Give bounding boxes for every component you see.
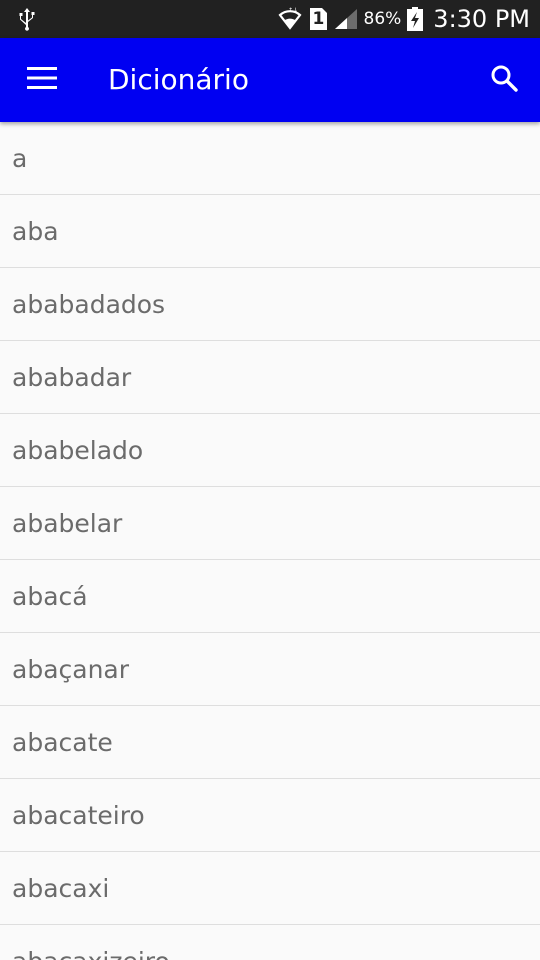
word-item[interactable]: aba [0, 195, 540, 268]
battery-percent: 86% [363, 9, 402, 29]
search-icon [490, 64, 518, 96]
status-bar: ↑↓ 1 86% 3:30 PM [0, 0, 540, 38]
hamburger-menu-icon [27, 67, 57, 93]
signal-icon [333, 7, 359, 31]
app-title: Dicionário [108, 63, 249, 96]
menu-button[interactable] [20, 60, 64, 100]
word-item[interactable]: abaçanar [0, 633, 540, 706]
app-bar: Dicionário [0, 38, 540, 122]
sim-icon: 1 [308, 7, 328, 31]
word-list[interactable]: a aba ababadados ababadar ababelado abab… [0, 122, 540, 960]
word-item[interactable]: abacaxi [0, 852, 540, 925]
word-item[interactable]: ababelar [0, 487, 540, 560]
word-item[interactable]: abacá [0, 560, 540, 633]
status-time: 3:30 PM [433, 5, 530, 33]
search-button[interactable] [482, 58, 526, 102]
usb-icon [14, 6, 40, 32]
svg-text:↑↓: ↑↓ [288, 7, 298, 14]
sim-slot-number: 1 [312, 9, 325, 29]
wifi-icon: ↑↓ [277, 6, 303, 32]
word-item[interactable]: abacaxizeiro [0, 925, 540, 960]
word-item[interactable]: abacateiro [0, 779, 540, 852]
word-item[interactable]: ababadados [0, 268, 540, 341]
word-item[interactable]: a [0, 122, 540, 195]
status-icons: ↑↓ 1 86% 3:30 PM [277, 0, 530, 38]
word-item[interactable]: ababelado [0, 414, 540, 487]
battery-charging-icon [406, 6, 424, 32]
word-item[interactable]: ababadar [0, 341, 540, 414]
word-item[interactable]: abacate [0, 706, 540, 779]
